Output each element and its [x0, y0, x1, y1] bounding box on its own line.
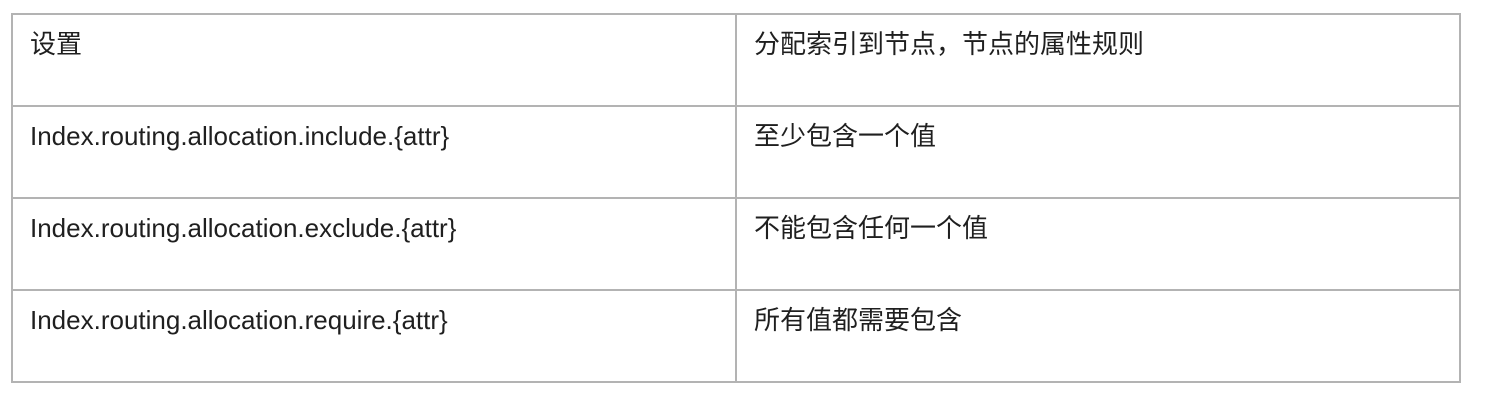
table-cell-setting: Index.routing.allocation.include.{attr} [11, 105, 737, 199]
table-cell-setting: Index.routing.allocation.require.{attr} [11, 289, 737, 383]
table-row: Index.routing.allocation.require.{attr} … [11, 289, 1461, 383]
table-row: Index.routing.allocation.include.{attr} … [11, 105, 1461, 199]
table-cell-rule: 分配索引到节点，节点的属性规则 [735, 13, 1461, 107]
allocation-settings-table: 设置 分配索引到节点，节点的属性规则 Index.routing.allocat… [11, 13, 1461, 383]
setting-header-text: 设置 [30, 29, 83, 59]
rule-header-text: 分配索引到节点，节点的属性规则 [754, 29, 1145, 59]
table-header-row: 设置 分配索引到节点，节点的属性规则 [11, 13, 1461, 107]
rule-text: 所有值都需要包含 [754, 305, 963, 335]
setting-text: Index.routing.allocation.exclude.{attr} [30, 213, 457, 243]
rule-text: 至少包含一个值 [754, 121, 937, 151]
table-cell-setting: 设置 [11, 13, 737, 107]
table-cell-rule: 至少包含一个值 [735, 105, 1461, 199]
setting-text: Index.routing.allocation.include.{attr} [30, 121, 450, 151]
table-cell-setting: Index.routing.allocation.exclude.{attr} [11, 197, 737, 291]
rule-text: 不能包含任何一个值 [754, 213, 989, 243]
table-cell-rule: 所有值都需要包含 [735, 289, 1461, 383]
table-row: Index.routing.allocation.exclude.{attr} … [11, 197, 1461, 291]
setting-text: Index.routing.allocation.require.{attr} [30, 305, 448, 335]
table-cell-rule: 不能包含任何一个值 [735, 197, 1461, 291]
